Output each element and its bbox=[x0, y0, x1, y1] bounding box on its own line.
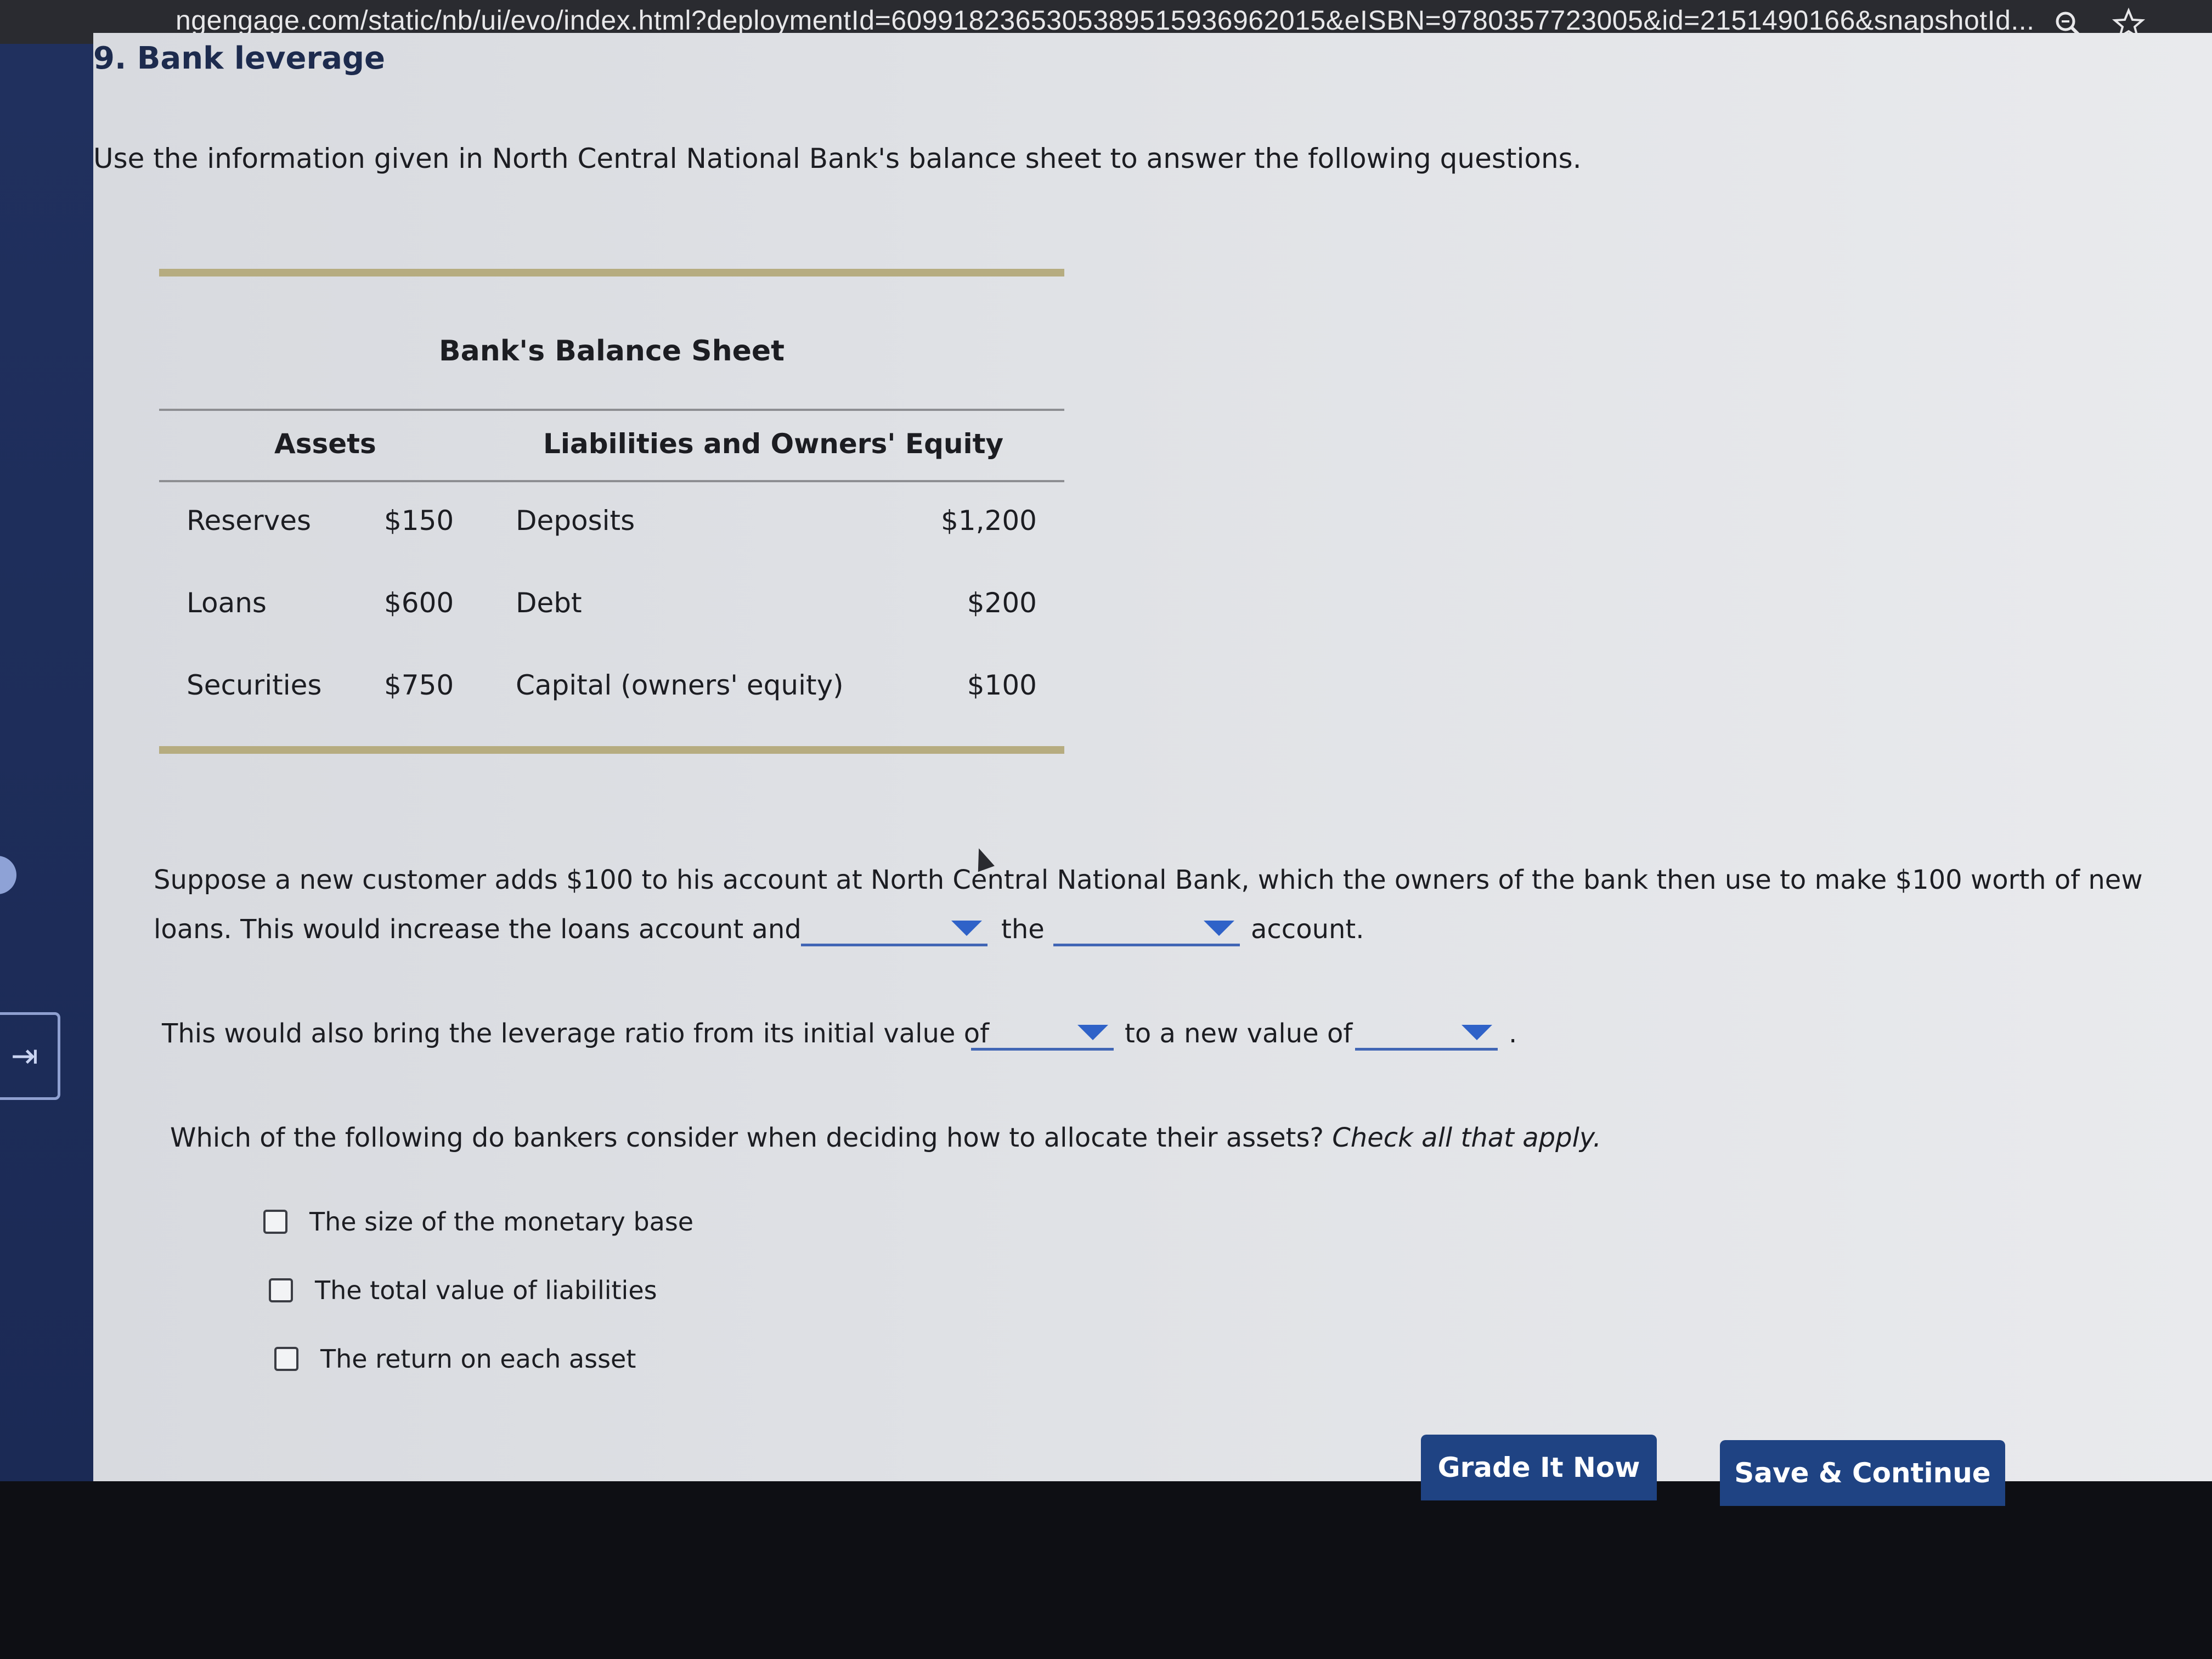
rail-indicator[interactable] bbox=[0, 856, 16, 894]
liability-value: $100 bbox=[967, 669, 1037, 701]
table-top-rule bbox=[159, 269, 1064, 276]
liability-value: $200 bbox=[967, 587, 1037, 619]
option-total-liabilities[interactable]: The total value of liabilities bbox=[269, 1276, 657, 1305]
checkbox[interactable] bbox=[274, 1347, 298, 1371]
option-label: The size of the monetary base bbox=[309, 1207, 694, 1237]
table-title: Bank's Balance Sheet bbox=[438, 335, 785, 368]
grade-it-now-button[interactable]: Grade It Now bbox=[1421, 1435, 1657, 1500]
part3-prompt-instruction: Check all that apply. bbox=[1332, 1122, 1601, 1153]
liability-label: Debt bbox=[516, 587, 582, 619]
new-leverage-dropdown[interactable] bbox=[1355, 1015, 1498, 1051]
title-divider bbox=[159, 409, 1064, 411]
url-text[interactable]: ngengage.com/static/nb/ui/evo/index.html… bbox=[176, 4, 2035, 36]
header-divider bbox=[159, 480, 1064, 482]
part3-prompt: Which of the following do bankers consid… bbox=[170, 1125, 1601, 1151]
chevron-down-icon bbox=[951, 921, 982, 936]
option-label: The return on each asset bbox=[320, 1344, 636, 1374]
liabilities-header: Liabilities and Owners' Equity bbox=[543, 428, 1004, 460]
table-bottom-rule bbox=[159, 746, 1064, 754]
part1-line2-mid: the bbox=[1001, 914, 1045, 945]
option-monetary-base[interactable]: The size of the monetary base bbox=[263, 1207, 693, 1237]
part1-line1: Suppose a new customer adds $100 to his … bbox=[154, 865, 2143, 895]
part3-prompt-text: Which of the following do bankers consid… bbox=[170, 1122, 1324, 1153]
loans-increase-dropdown[interactable] bbox=[801, 911, 988, 946]
initial-leverage-dropdown[interactable] bbox=[971, 1015, 1114, 1051]
checkbox[interactable] bbox=[263, 1210, 287, 1234]
assignment-content: 9. Bank leverage Use the information giv… bbox=[93, 33, 2212, 1506]
part1-line2-start: loans. This would increase the loans acc… bbox=[154, 914, 802, 945]
option-label: The total value of liabilities bbox=[315, 1276, 657, 1305]
chevron-down-icon bbox=[1462, 1025, 1492, 1040]
account-dropdown[interactable] bbox=[1053, 911, 1240, 946]
liability-label: Capital (owners' equity) bbox=[516, 669, 844, 701]
asset-value: $600 bbox=[384, 587, 454, 619]
save-and-continue-button[interactable]: Save & Continue bbox=[1720, 1440, 2005, 1506]
liability-label: Deposits bbox=[516, 505, 635, 537]
part2-start: This would also bring the leverage ratio… bbox=[162, 1018, 989, 1049]
liability-value: $1,200 bbox=[941, 505, 1037, 537]
chevron-down-icon bbox=[1204, 921, 1234, 936]
question-title: 9. Bank leverage bbox=[93, 41, 385, 76]
part2-mid: to a new value of bbox=[1125, 1018, 1353, 1049]
checkbox[interactable] bbox=[269, 1278, 293, 1302]
expand-panel-icon[interactable]: ⇥ bbox=[0, 1012, 60, 1100]
asset-label: Reserves bbox=[187, 505, 312, 537]
asset-label: Securities bbox=[187, 669, 322, 701]
asset-value: $750 bbox=[384, 669, 454, 701]
asset-value: $150 bbox=[384, 505, 454, 537]
part2-end: . bbox=[1509, 1018, 1517, 1049]
asset-label: Loans bbox=[187, 587, 267, 619]
question-intro: Use the information given in North Centr… bbox=[93, 143, 1582, 174]
chevron-down-icon bbox=[1077, 1025, 1108, 1040]
balance-sheet-table: Bank's Balance Sheet Assets Liabilities … bbox=[159, 269, 1064, 754]
option-return-each-asset[interactable]: The return on each asset bbox=[274, 1344, 636, 1374]
part1-line2-end: account. bbox=[1251, 914, 1364, 945]
assets-header: Assets bbox=[274, 428, 376, 460]
